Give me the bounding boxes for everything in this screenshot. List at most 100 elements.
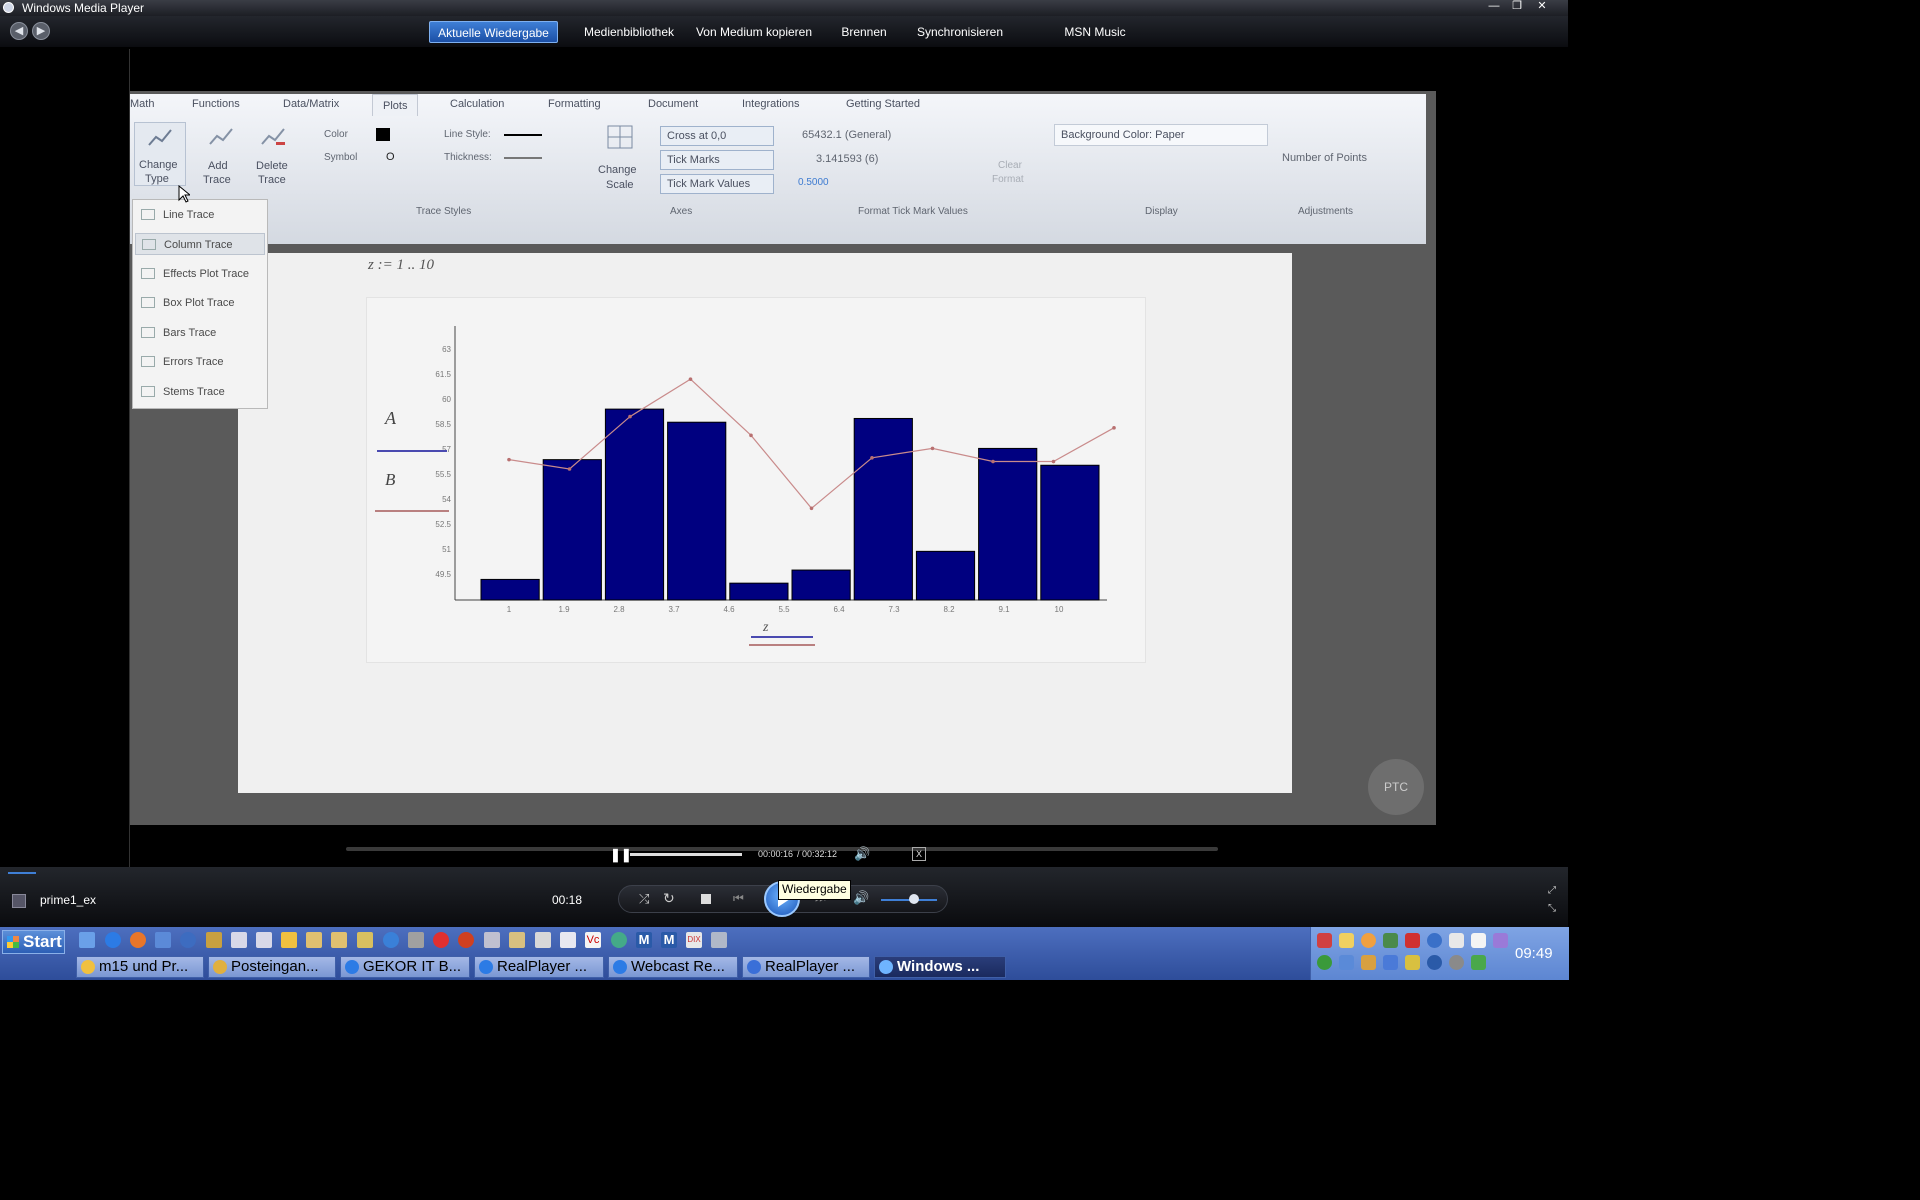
text-icon[interactable] <box>560 932 576 948</box>
close-icon[interactable]: ✕ <box>1532 0 1552 14</box>
notepad-icon[interactable] <box>256 932 272 948</box>
desktop-icon[interactable] <box>79 932 95 948</box>
document-page: z := 1 .. 10 49.55152.55455.55758.56061.… <box>238 253 1292 793</box>
bar <box>853 417 913 601</box>
seek-bar[interactable] <box>8 872 36 874</box>
tray-security-icon[interactable] <box>1405 933 1420 948</box>
window-title: Windows Media Player <box>22 1 145 15</box>
bars-trace-icon <box>141 327 155 338</box>
vc-icon[interactable]: Vc <box>585 932 601 948</box>
document-icon[interactable] <box>231 932 247 948</box>
video-area[interactable]: Math Functions Data/Matrix Plots Calcula… <box>4 47 1564 867</box>
tray-icon-4[interactable] <box>1383 933 1398 948</box>
legend-label-a: A <box>385 408 396 428</box>
settings-icon[interactable] <box>206 932 222 948</box>
back-icon[interactable]: ◀ <box>10 22 28 40</box>
embedded-progress[interactable] <box>630 853 742 856</box>
compact-mode-icon[interactable]: ⤡ <box>1548 903 1556 914</box>
previous-icon[interactable]: ⏮ <box>733 891 744 906</box>
tray-icon-10[interactable] <box>1317 955 1332 970</box>
bar <box>978 447 1038 601</box>
embedded-current-time: 00:00:16 <box>758 849 794 859</box>
fullscreen-icon[interactable]: ⤢ <box>1548 885 1556 896</box>
tray-icon-14[interactable] <box>1405 955 1420 970</box>
y-tick-label: 63 <box>442 345 451 354</box>
network-icon[interactable] <box>484 932 500 948</box>
taskbar-item-3[interactable]: GEKOR IT B... <box>340 956 470 978</box>
restore-icon[interactable]: ❐ <box>1507 0 1527 14</box>
chrome-icon[interactable] <box>611 932 627 948</box>
clock: 09:49 <box>1515 945 1553 962</box>
tray-icon-1[interactable] <box>1317 933 1332 948</box>
refresh-icon[interactable] <box>383 932 399 948</box>
tray-icon-11[interactable] <box>1339 955 1354 970</box>
folder-icon[interactable] <box>281 932 297 948</box>
tab-msn-music[interactable]: MSN Music <box>1055 21 1135 43</box>
tray-mail-icon[interactable] <box>1339 933 1354 948</box>
delete-chart-icon <box>261 128 285 145</box>
tab-burn[interactable]: Brennen <box>832 21 896 43</box>
forward-icon[interactable]: ▶ <box>32 22 50 40</box>
utility-icon[interactable] <box>711 932 727 948</box>
axes-group-label: Axes <box>670 206 693 217</box>
tray-icon-3[interactable] <box>1361 933 1376 948</box>
viewer-icon[interactable] <box>509 932 525 948</box>
x-legend-line-b <box>749 644 815 646</box>
tray-icon-9[interactable] <box>1493 933 1508 948</box>
ribbon: Math Functions Data/Matrix Plots Calcula… <box>130 94 1426 244</box>
tray-display-icon[interactable] <box>1471 933 1486 948</box>
realplayer-task-icon <box>747 960 761 974</box>
display-group-label: Display <box>1145 206 1178 217</box>
symbol-value: O <box>386 151 395 163</box>
tray-volume-icon[interactable] <box>1361 955 1376 970</box>
tray-icon-15[interactable] <box>1427 955 1442 970</box>
taskbar-item-2[interactable]: Posteingan... <box>208 956 336 978</box>
taskbar-item-1[interactable]: m15 und Pr... <box>76 956 204 978</box>
taskbar-item-6[interactable]: RealPlayer ... <box>742 956 870 978</box>
internet-explorer-icon[interactable] <box>105 932 121 948</box>
change-scale-button: Change Scale <box>596 124 646 196</box>
x-tick-label: 2.8 <box>613 605 625 614</box>
realplayer-icon[interactable] <box>458 932 474 948</box>
embedded-volume-icon[interactable]: 🔊 <box>854 846 870 862</box>
series-b-point <box>628 414 632 419</box>
gallery-icon[interactable] <box>331 932 347 948</box>
divx-icon[interactable]: DIX <box>686 932 702 948</box>
repeat-icon[interactable]: ↻ <box>663 890 675 907</box>
windows-media-icon[interactable] <box>180 932 196 948</box>
ptc-watermark: PTC <box>1368 759 1424 815</box>
pause-icon[interactable]: ❚❚ <box>610 847 632 863</box>
mute-icon[interactable]: 🔊 <box>853 890 869 906</box>
taskbar-item-7[interactable]: Windows ... <box>874 956 1006 978</box>
photo-icon[interactable] <box>306 932 322 948</box>
tools-icon[interactable] <box>357 932 373 948</box>
printer-icon[interactable] <box>408 932 424 948</box>
taskbar-item-4[interactable]: RealPlayer ... <box>474 956 604 978</box>
taskbar-item-5[interactable]: Webcast Re... <box>608 956 738 978</box>
tray-network-icon[interactable] <box>1383 955 1398 970</box>
system-tray: 09:49 <box>1310 927 1569 980</box>
stop-icon[interactable] <box>701 894 711 904</box>
track-name: prime1_ex <box>40 893 97 907</box>
tab-library[interactable]: Medienbibliothek <box>576 21 682 43</box>
tray-icon-17[interactable] <box>1471 955 1486 970</box>
video-frame: Math Functions Data/Matrix Plots Calcula… <box>130 91 1436 825</box>
tab-sync[interactable]: Synchronisieren <box>908 21 1012 43</box>
tab-rip[interactable]: Von Medium kopieren <box>690 21 818 43</box>
m-app-2-icon[interactable]: M <box>661 932 677 948</box>
tray-window-icon[interactable] <box>1449 933 1464 948</box>
tray-icon-16[interactable] <box>1449 955 1464 970</box>
start-button[interactable]: Start <box>2 930 65 954</box>
shuffle-icon[interactable]: ⤮ <box>639 891 649 907</box>
calculator-icon[interactable] <box>535 932 551 948</box>
y-tick-label: 54 <box>442 495 451 504</box>
firefox-icon[interactable] <box>130 932 146 948</box>
m-app-icon[interactable]: M <box>636 932 652 948</box>
tab-now-playing[interactable]: Aktuelle Wiedergabe <box>429 21 558 43</box>
embedded-close-icon[interactable]: X <box>912 847 926 861</box>
record-icon[interactable] <box>433 932 449 948</box>
volume-knob[interactable] <box>909 894 919 904</box>
minimize-icon[interactable]: — <box>1484 0 1504 14</box>
tray-search-icon[interactable] <box>1427 933 1442 948</box>
media-icon[interactable] <box>155 932 171 948</box>
